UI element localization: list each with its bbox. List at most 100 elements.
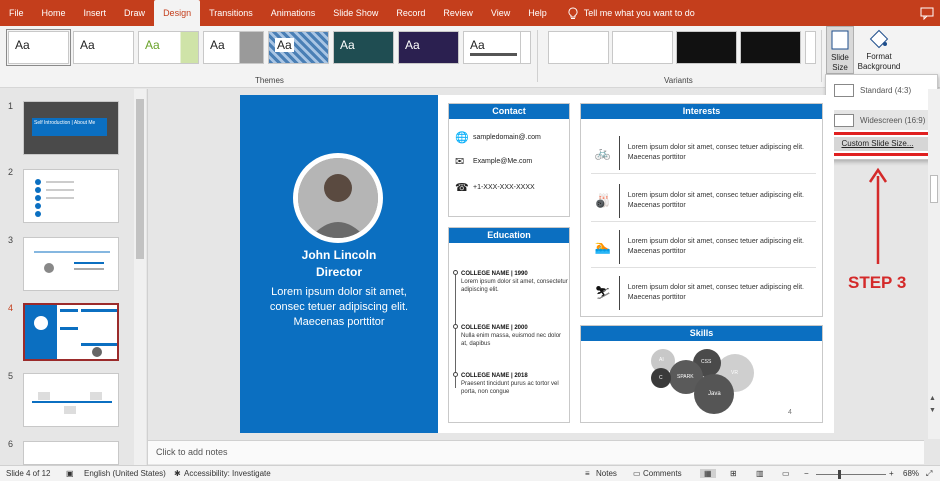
tab-home[interactable]: Home <box>33 0 75 26</box>
person-icon <box>298 158 378 238</box>
tab-slide-show[interactable]: Slide Show <box>324 0 387 26</box>
zoom-slider[interactable] <box>816 474 886 475</box>
zoom-level[interactable]: 68% <box>903 469 919 478</box>
tab-design[interactable]: Design <box>154 0 201 26</box>
theme-office-2[interactable]: Aa <box>73 31 134 64</box>
thumb-3-graphic <box>34 251 110 273</box>
variant-1[interactable] <box>548 31 609 64</box>
themes-group-label: Themes <box>255 76 284 85</box>
tab-draw[interactable]: Draw <box>115 0 154 26</box>
person-name: John Lincoln <box>301 248 377 262</box>
theme-ion[interactable]: Aa <box>333 31 394 64</box>
slide-counter: Slide 4 of 12 <box>6 469 51 478</box>
slide-thumbnail-1[interactable]: Self Introduction | About Me <box>23 101 119 155</box>
lightbulb-icon <box>568 6 578 19</box>
themes-gallery-scroll[interactable] <box>520 31 531 64</box>
contact-row: ☎ +1-XXX-XXX-XXXX <box>455 181 535 194</box>
zoom-slider-thumb[interactable] <box>838 470 841 479</box>
theme-ion-boardroom[interactable]: Aa <box>268 31 329 64</box>
theme-office[interactable]: Aa <box>6 29 71 66</box>
spellcheck-icon[interactable]: ▣ <box>66 469 74 478</box>
slideshow-icon[interactable]: ▭ <box>782 469 790 478</box>
scroll-thumb[interactable] <box>136 99 144 259</box>
tab-transitions[interactable]: Transitions <box>200 0 262 26</box>
thumb-number: 4 <box>8 303 14 313</box>
profile-panel: John Lincoln Director Lorem ipsum dolor … <box>240 95 438 433</box>
slide-sorter-icon[interactable]: ⊞ <box>730 469 737 478</box>
thumb-number: 5 <box>8 371 14 381</box>
normal-view-icon[interactable]: ▦ <box>700 469 716 478</box>
menu-item-custom-slide-size[interactable]: Custom Slide Size... <box>825 137 930 151</box>
tell-me-text: Tell me what you want to do <box>583 8 695 18</box>
theme-organic[interactable]: Aa <box>398 31 459 64</box>
tab-review[interactable]: Review <box>434 0 482 26</box>
thumbnail-scrollbar[interactable] <box>134 89 146 465</box>
skills-title: Skills <box>581 326 822 341</box>
slide-canvas[interactable]: John Lincoln Director Lorem ipsum dolor … <box>240 95 834 433</box>
accessibility-status[interactable]: Accessibility: Investigate <box>184 469 271 478</box>
bowling-icon: 🎳 <box>594 192 612 208</box>
comments-icon: ▭ <box>633 469 641 478</box>
notes-pane[interactable]: Click to add notes <box>148 440 924 464</box>
notes-button[interactable]: Notes <box>596 469 617 478</box>
contact-phone: +1-XXX-XXX-XXXX <box>473 184 535 191</box>
interest-item: 🏊 Lorem ipsum dolor sit amet, consec tet… <box>591 226 816 268</box>
widescreen-label: Widescreen (16:9) <box>860 115 926 125</box>
custom-slide-size-highlight: Custom Slide Size... <box>818 132 936 156</box>
tab-insert[interactable]: Insert <box>75 0 116 26</box>
group-separator <box>537 30 538 82</box>
thumb-number: 3 <box>8 235 14 245</box>
slide-size-button[interactable]: Slide Size ▾ <box>826 26 854 82</box>
education-text: Nulla enim massa, euismod nec dolor at, … <box>461 333 562 347</box>
variant-2[interactable] <box>612 31 673 64</box>
variants-gallery-scroll[interactable] <box>805 31 816 64</box>
zoom-in-icon[interactable]: + <box>889 469 894 478</box>
comments-button[interactable]: Comments <box>643 469 682 478</box>
interest-text: Lorem ipsum dolor sit amet, consec tetue… <box>627 284 804 301</box>
scroll-thumb[interactable] <box>930 175 938 203</box>
comment-icon[interactable] <box>920 6 934 20</box>
language-status[interactable]: English (United States) <box>84 469 166 478</box>
zoom-out-icon[interactable]: − <box>804 469 809 478</box>
interest-divider <box>618 183 620 218</box>
contact-website: sampledomain@.com <box>473 134 541 141</box>
theme-retrospect[interactable]: Aa <box>463 31 524 64</box>
skill-label: VR <box>731 370 738 376</box>
slide-thumbnail-5[interactable] <box>23 373 119 427</box>
contact-row: ✉ Example@Me.com <box>455 155 532 168</box>
education-head: COLLEGE NAME | 1990 <box>461 271 528 277</box>
slide-thumbnail-4[interactable] <box>23 303 119 361</box>
tab-view[interactable]: View <box>482 0 519 26</box>
slide-scrollbar[interactable]: ▲ ▼ <box>928 89 940 439</box>
education-entry: COLLEGE NAME | 2000 Nulla enim massa, eui… <box>461 324 569 348</box>
standard-size-icon <box>834 83 854 97</box>
tab-help[interactable]: Help <box>519 0 556 26</box>
tell-me-search[interactable]: Tell me what you want to do <box>568 6 695 20</box>
fit-to-window-icon[interactable]: ⤢ <box>926 469 932 479</box>
reading-view-icon[interactable]: ▥ <box>756 469 764 478</box>
tab-record[interactable]: Record <box>387 0 434 26</box>
swimming-icon: 🏊 <box>594 238 612 254</box>
theme-integral[interactable]: Aa <box>203 31 264 64</box>
slide-thumbnail-6[interactable] <box>23 441 119 465</box>
paint-bucket-icon <box>869 29 889 49</box>
skills-panel: Skills AI CSS SPARK VR Java C <box>580 325 823 423</box>
format-background-button[interactable]: Format Background <box>856 26 902 74</box>
scroll-down-icon[interactable]: ▼ <box>929 407 936 414</box>
tab-file[interactable]: File <box>0 0 33 26</box>
accessibility-icon: ✱ <box>174 469 181 478</box>
thumb-2-graphic <box>35 179 74 217</box>
tab-animations[interactable]: Animations <box>262 0 325 26</box>
skiing-icon: ⛷ <box>594 285 612 300</box>
slide-thumbnail-2[interactable] <box>23 169 119 223</box>
slide-thumbnail-3[interactable] <box>23 237 119 291</box>
widescreen-size-icon <box>834 113 854 127</box>
education-entry: COLLEGE NAME | 1990 Lorem ipsum dolor sit… <box>461 270 569 294</box>
menu-item-widescreen[interactable]: Widescreen (16:9) <box>828 110 935 130</box>
variant-4[interactable] <box>740 31 801 64</box>
variant-3[interactable] <box>676 31 737 64</box>
thumb-4-graphic <box>25 305 117 359</box>
scroll-up-icon[interactable]: ▲ <box>929 395 936 402</box>
theme-facet[interactable]: Aa <box>138 31 199 64</box>
menu-item-standard[interactable]: Standard (4:3) <box>828 80 935 100</box>
